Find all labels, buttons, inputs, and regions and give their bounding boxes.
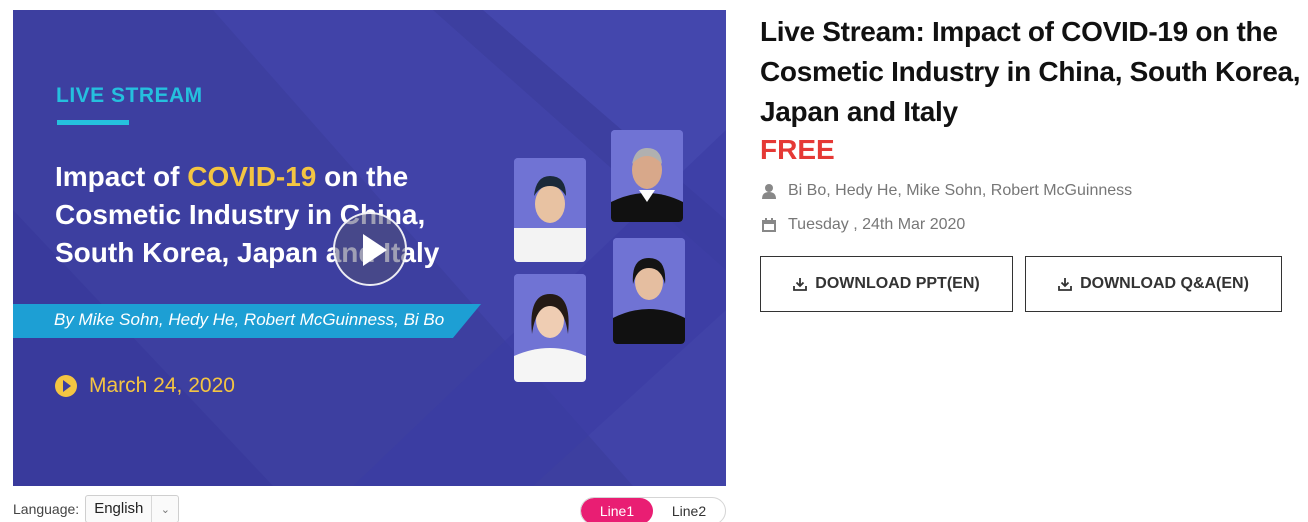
language-selected-value: English: [86, 496, 153, 522]
speaker-photo-4: [514, 274, 586, 382]
video-date-row: March 24, 2020: [55, 374, 235, 398]
live-stream-label: LIVE STREAM: [56, 84, 203, 107]
live-label-underline: [57, 120, 129, 125]
video-title-pre: Impact of: [55, 161, 188, 192]
video-title-highlight: COVID-19: [187, 161, 317, 192]
download-buttons: DOWNLOAD PPT(EN) DOWNLOAD Q&A(EN): [760, 256, 1308, 312]
event-title: Live Stream: Impact of COVID-19 on the C…: [760, 16, 1301, 127]
play-button[interactable]: [333, 212, 407, 286]
language-selector-row: Language: English ⌄: [13, 495, 180, 522]
language-label: Language:: [13, 501, 80, 517]
video-title: Impact of COVID-19 on the Cosmetic Indus…: [55, 158, 475, 272]
calendar-icon: [762, 218, 776, 232]
speaker-photo-2: [611, 130, 683, 222]
line2-option[interactable]: Line2: [653, 498, 725, 522]
speakers-byline: By Mike Sohn, Hedy He, Robert McGuinness…: [54, 310, 445, 329]
download-icon: [1058, 278, 1072, 291]
speaker-photo-1: [514, 158, 586, 262]
user-icon: [762, 184, 776, 199]
speaker-photo-3: [613, 238, 685, 344]
download-qa-button[interactable]: DOWNLOAD Q&A(EN): [1025, 256, 1282, 312]
download-ppt-button[interactable]: DOWNLOAD PPT(EN): [760, 256, 1013, 312]
event-price: FREE: [760, 134, 835, 165]
download-ppt-label: DOWNLOAD PPT(EN): [815, 275, 980, 292]
event-speakers: Bi Bo, Hedy He, Mike Sohn, Robert McGuin…: [788, 182, 1133, 199]
event-date-row: Tuesday , 24th Mar 2020: [760, 216, 1308, 234]
download-qa-label: DOWNLOAD Q&A(EN): [1080, 275, 1249, 292]
play-circle-icon: [55, 375, 77, 397]
video-player[interactable]: LIVE STREAM Impact of COVID-19 on the Co…: [13, 10, 726, 486]
download-icon: [793, 278, 808, 291]
event-date: Tuesday , 24th Mar 2020: [788, 216, 966, 233]
stream-line-switch: Line1 Line2: [580, 497, 726, 522]
event-speakers-row: Bi Bo, Hedy He, Mike Sohn, Robert McGuin…: [760, 182, 1308, 200]
video-date: March 24, 2020: [89, 374, 235, 397]
language-select[interactable]: English ⌄: [85, 495, 180, 522]
event-info-panel: Live Stream: Impact of COVID-19 on the C…: [760, 12, 1308, 312]
line1-option[interactable]: Line1: [581, 498, 653, 522]
chevron-down-icon: ⌄: [160, 503, 170, 516]
